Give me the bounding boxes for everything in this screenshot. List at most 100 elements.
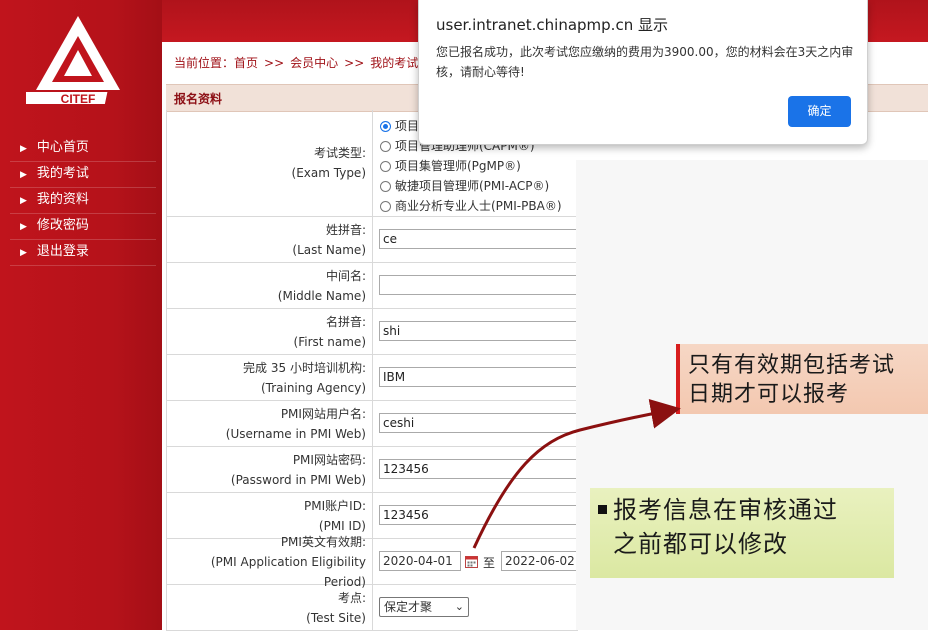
value-cell: shi — [373, 309, 578, 354]
pmi-password-input[interactable]: 123456 — [379, 459, 578, 479]
arrow-right-icon: ▶ — [20, 196, 27, 206]
date-range-separator: 至 — [483, 556, 496, 570]
form-row-middle-name: 中间名: (Middle Name) — [166, 263, 578, 309]
label-en: (Test Site) — [306, 610, 366, 625]
sidebar-item-logout[interactable]: ▶ 退出登录 — [10, 240, 156, 266]
value-cell: 123456 — [373, 493, 578, 538]
label-cn: PMI账户ID: — [304, 498, 366, 513]
selected-value: 保定才聚 — [384, 600, 433, 614]
sidebar-item-label: 退出登录 — [36, 244, 89, 259]
test-site-select[interactable]: 保定才聚 ⌄ — [379, 597, 469, 617]
exam-type-option[interactable]: 敏捷项目管理师(PMI-ACP®) — [379, 176, 578, 196]
arrow-right-icon: ▶ — [20, 144, 27, 154]
form-row-training-agency: 完成 35 小时培训机构: (Training Agency) IBM — [166, 355, 578, 401]
pmi-id-input[interactable]: 123456 — [379, 505, 578, 525]
option-label: 敏捷项目管理师(PMI-ACP®) — [395, 179, 550, 193]
label-en: (First name) — [293, 334, 366, 349]
sidebar-item-my-profile[interactable]: ▶ 我的资料 — [10, 188, 156, 214]
label-cn: PMI英文有效期: — [280, 534, 366, 549]
eligibility-start-date-input[interactable]: 2020-04-01 — [379, 551, 461, 571]
form-label: 中间名: (Middle Name) — [167, 263, 373, 308]
value-cell: ceshi — [373, 401, 578, 446]
value-cell: ce — [373, 217, 578, 262]
label-en: (Training Agency) — [260, 380, 366, 395]
form-row-pmi-password: PMI网站密码: (Password in PMI Web) 123456 — [166, 447, 578, 493]
label-cn: 考试类型: — [313, 146, 366, 160]
form-row-pmi-username: PMI网站用户名: (Username in PMI Web) ceshi — [166, 401, 578, 447]
form-row-first-name: 名拼音: (First name) shi — [166, 309, 578, 355]
sidebar-item-label: 我的资料 — [36, 192, 89, 207]
svg-text:CITEF: CITEF — [61, 92, 96, 106]
form-label: PMI网站用户名: (Username in PMI Web) — [167, 401, 373, 446]
form-label: PMI英文有效期: (PMI Application Eligibility P… — [167, 535, 373, 589]
option-label: 项目 — [395, 119, 420, 133]
form-label: PMI网站密码: (Password in PMI Web) — [167, 447, 373, 492]
label-en: (Username in PMI Web) — [225, 426, 366, 441]
middle-name-input[interactable] — [379, 275, 578, 295]
form-label: 名拼音: (First name) — [167, 309, 373, 354]
bullet-icon — [598, 504, 607, 514]
radio-icon[interactable] — [380, 200, 391, 212]
form-label: 考试类型: (Exam Type) — [167, 110, 373, 216]
annotation-edit-note: 报考信息在审核通过 之前都可以修改 — [590, 488, 894, 578]
label-en: (Password in PMI Web) — [230, 472, 366, 487]
pmi-username-input[interactable]: ceshi — [379, 413, 578, 433]
section-title: 报名资料 — [174, 92, 223, 106]
value-cell: IBM — [373, 355, 578, 400]
radio-icon[interactable] — [380, 140, 391, 152]
breadcrumb-prefix: 当前位置： — [174, 56, 235, 70]
label-cn: 名拼音: — [325, 314, 366, 329]
label-cn: 完成 35 小时培训机构: — [243, 360, 366, 375]
sidebar-item-home[interactable]: ▶ 中心首页 — [10, 136, 156, 162]
sidebar: CITEF ▶ 中心首页 ▶ 我的考试 ▶ 我的资料 ▶ 修改密码 ▶ 退出登录 — [0, 0, 162, 630]
label-cn: 姓拼音: — [325, 222, 366, 237]
annotation-line: 只有有效期包括考试 — [688, 353, 896, 378]
arrow-right-icon: ▶ — [20, 170, 27, 180]
label-en: (Middle Name) — [277, 288, 366, 303]
breadcrumb: 当前位置：首页>>会员中心>>我的考试>> — [174, 54, 450, 71]
eligibility-end-date-input[interactable]: 2022-06-02 — [501, 551, 578, 571]
label-cn: PMI网站用户名: — [280, 406, 366, 421]
annotation-line: 之前都可以修改 — [613, 530, 788, 558]
citef-logo: CITEF — [26, 16, 120, 106]
arrow-right-icon: ▶ — [20, 248, 27, 258]
dialog-title: user.intranet.chinapmp.cn 显示 — [436, 16, 668, 34]
value-cell: 123456 — [373, 447, 578, 492]
annotation-eligibility-note: 只有有效期包括考试 日期才可以报考 — [676, 344, 928, 414]
radio-checked-icon[interactable] — [380, 120, 391, 132]
sidebar-item-my-exams[interactable]: ▶ 我的考试 — [10, 162, 156, 188]
sidebar-item-change-password[interactable]: ▶ 修改密码 — [10, 214, 156, 240]
training-agency-input[interactable]: IBM — [379, 367, 578, 387]
form-row-last-name: 姓拼音: (Last Name) ce — [166, 217, 578, 263]
value-cell — [373, 263, 578, 308]
exam-type-option[interactable]: 商业分析专业人士(PMI-PBA®) — [379, 196, 578, 216]
first-name-input[interactable]: shi — [379, 321, 578, 341]
value-cell: 2020-04-01 至 2022-06-02 — [373, 539, 578, 584]
option-label: 项目集管理师(PgMP®) — [395, 159, 521, 173]
form-row-test-site: 考点: (Test Site) 保定才聚 ⌄ — [166, 585, 578, 631]
exam-type-option[interactable]: 项目集管理师(PgMP®) — [379, 156, 578, 176]
form-label: 考点: (Test Site) — [167, 585, 373, 630]
form-label: 完成 35 小时培训机构: (Training Agency) — [167, 355, 373, 400]
confirm-button[interactable]: 确定 — [788, 96, 851, 127]
alert-dialog: user.intranet.chinapmp.cn 显示 您已报名成功，此次考试… — [418, 0, 868, 145]
label-cn: 中间名: — [325, 268, 366, 283]
option-label: 商业分析专业人士(PMI-PBA®) — [395, 199, 562, 213]
last-name-input[interactable]: ce — [379, 229, 578, 249]
breadcrumb-my-exams-link[interactable]: 我的考试 — [370, 56, 418, 70]
radio-icon[interactable] — [380, 160, 391, 172]
breadcrumb-separator: >> — [344, 56, 365, 70]
chevron-down-icon: ⌄ — [454, 600, 464, 613]
sidebar-item-label: 中心首页 — [36, 140, 89, 155]
sidebar-nav: ▶ 中心首页 ▶ 我的考试 ▶ 我的资料 ▶ 修改密码 ▶ 退出登录 — [10, 136, 156, 266]
annotation-line: 日期才可以报考 — [688, 382, 850, 407]
breadcrumb-separator: >> — [264, 56, 285, 70]
annotation-line: 报考信息在审核通过 — [613, 496, 838, 524]
label-cn: 考点: — [337, 590, 366, 605]
breadcrumb-member-center-link[interactable]: 会员中心 — [290, 56, 338, 70]
radio-icon[interactable] — [380, 180, 391, 192]
calendar-icon[interactable] — [465, 555, 478, 568]
arrow-right-icon: ▶ — [20, 222, 27, 232]
breadcrumb-home-link[interactable]: 首页 — [234, 56, 258, 70]
sidebar-item-label: 我的考试 — [36, 166, 89, 181]
